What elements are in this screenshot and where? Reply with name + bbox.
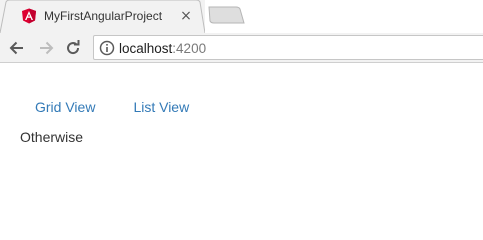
browser-toolbar: localhost:4200 (0, 33, 483, 63)
grid-view-link[interactable]: Grid View (35, 99, 95, 115)
url-port: :4200 (172, 41, 207, 56)
reload-icon (67, 40, 80, 55)
close-icon[interactable]: × (178, 8, 194, 24)
url-text[interactable]: localhost:4200 (119, 41, 206, 56)
info-icon[interactable] (99, 40, 115, 56)
address-bar[interactable]: localhost:4200 (93, 35, 483, 60)
reload-button[interactable] (63, 38, 83, 58)
back-arrow-icon (9, 41, 23, 55)
view-output-text: Otherwise (20, 129, 84, 145)
tab-title: MyFirstAngularProject (44, 9, 163, 23)
view-nav: Grid View List View (35, 99, 227, 117)
tab-strip: MyFirstAngularProject × (0, 0, 483, 33)
angular-favicon (22, 8, 36, 24)
tab-active[interactable]: MyFirstAngularProject × (0, 0, 205, 33)
page-content: Grid View List View Otherwise (0, 64, 483, 237)
forward-button[interactable] (36, 38, 56, 58)
list-view-link[interactable]: List View (133, 99, 189, 115)
new-tab-button[interactable] (206, 6, 246, 24)
url-host: localhost (119, 41, 173, 56)
back-button[interactable] (7, 38, 27, 58)
forward-arrow-icon (40, 41, 54, 55)
